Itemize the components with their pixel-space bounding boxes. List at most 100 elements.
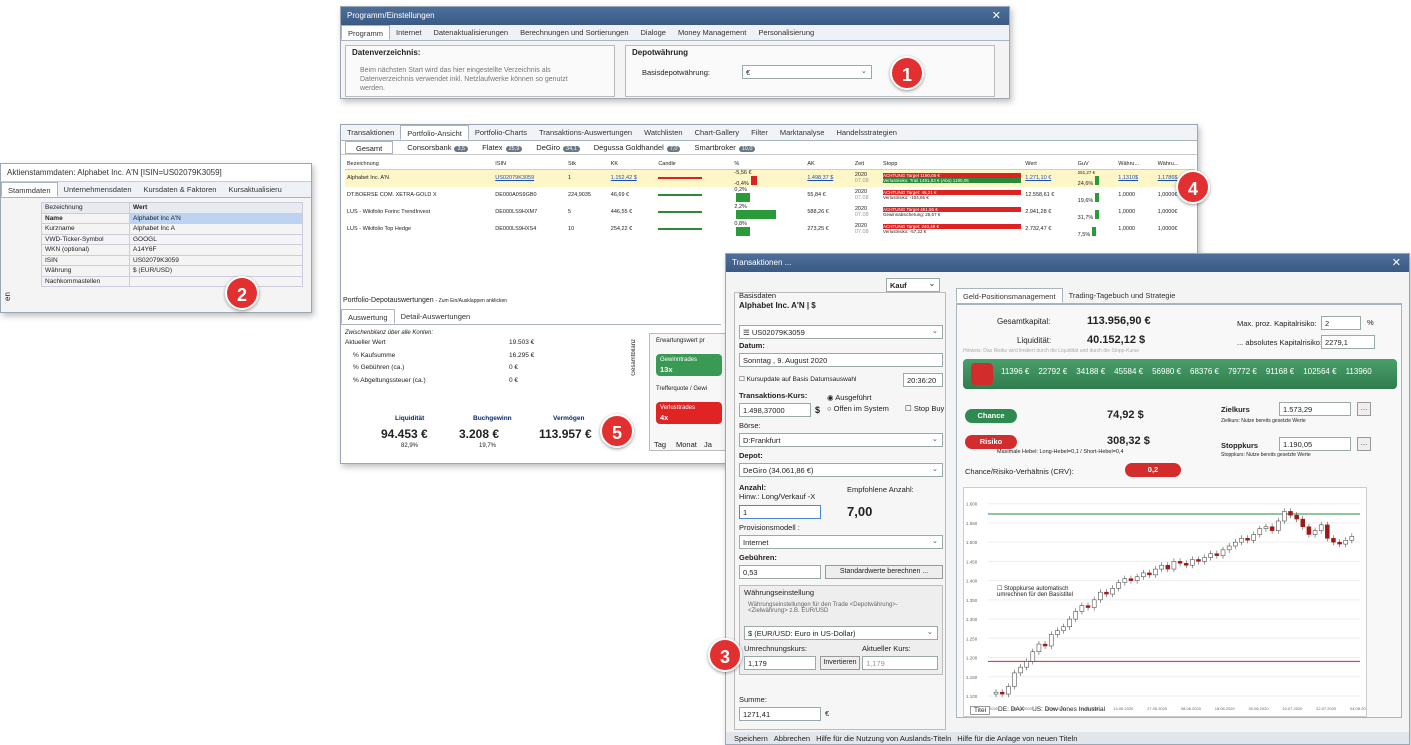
time-input[interactable]: 20:36:20 [903, 373, 943, 387]
exchange-select[interactable]: D:Frankfurt [739, 433, 943, 447]
quantity-input[interactable]: 1 [739, 505, 821, 519]
table-row[interactable]: VWD-Ticker-Symbol GOOGL [41, 233, 303, 245]
column-header[interactable]: Zeit [852, 159, 882, 170]
stop-more-button[interactable]: … [1357, 437, 1371, 451]
period-tab-year[interactable]: Ja [704, 440, 712, 449]
table-row[interactable]: ISIN US02079K3059 [41, 254, 303, 266]
footer-button[interactable]: Hilfe für die Anlage von neuen Titeln [957, 732, 1077, 744]
max-risk-input[interactable]: 2 [1321, 316, 1361, 330]
account-tab[interactable]: Gesamt [345, 141, 394, 154]
kursupdate-checkbox[interactable]: ☐ Kursupdate auf Basis Datumsauswahl [739, 375, 856, 383]
tab-kursaktualisierung[interactable]: Kursaktualisieru [222, 182, 287, 197]
depot-select[interactable]: DeGiro (34.061,86 €) [739, 463, 943, 477]
isin-select[interactable]: ☰ US02079K3059 [739, 325, 943, 339]
account-tab[interactable]: DeGiro 34,1 [536, 141, 580, 154]
checkbox-stop-buy[interactable]: ☐ Stop Buy [905, 404, 944, 413]
candlestick-chart[interactable]: 1.600 1.550 1.500 1.450 1.400 1.350 1.300 1.250… [963, 487, 1367, 717]
period-tab-day[interactable]: Tag [654, 440, 666, 449]
column-header[interactable]: Währu... [1116, 159, 1156, 170]
menu-transaktionen[interactable]: Transaktionen [341, 125, 400, 140]
account-tab-label: Consorsbank [407, 143, 452, 152]
date-picker[interactable]: Sonntag , 9. August 2020 [739, 353, 943, 367]
chart-tab[interactable]: Titel [970, 706, 991, 715]
table-row[interactable]: Kurzname Alphabet Inc A [41, 223, 303, 235]
column-header[interactable]: Wert [1023, 159, 1076, 170]
loss-trades-pill[interactable]: Verlusttrades 4x [656, 402, 722, 424]
currency-select[interactable]: $ (EUR/USD: Euro in US-Dollar) [744, 626, 938, 640]
abs-risk-input[interactable]: 2279,1 [1321, 335, 1375, 349]
chart-tab[interactable]: DE: DAX [998, 706, 1024, 715]
convert-stops-checkbox[interactable]: ☐ Stoppkurse automatisch umrechnen für d… [997, 585, 1087, 598]
column-header[interactable]: GuV [1075, 159, 1117, 170]
chart-tab[interactable]: US: Dow Jones Industrial [1032, 706, 1105, 715]
commission-select[interactable]: Internet [739, 535, 943, 549]
menu-handelsstrategien[interactable]: Handelsstrategien [830, 125, 902, 140]
footer-button[interactable]: Hilfe für die Nutzung von Auslands-Titel… [816, 732, 951, 744]
win-trades-pill[interactable]: Gewinntrades 13x [656, 354, 722, 376]
account-tab[interactable]: Consorsbank 3,5 [407, 141, 469, 154]
fees-input[interactable]: 0,53 [739, 565, 821, 579]
column-header[interactable]: Währu... [1155, 159, 1195, 170]
column-header[interactable]: Stopp [881, 159, 1024, 170]
tab-detail-auswertungen[interactable]: Detail-Auswertungen [395, 309, 477, 324]
target-input[interactable]: 1.573,29 [1279, 402, 1351, 416]
menu-marktanalyse[interactable]: Marktanalyse [774, 125, 831, 140]
column-header[interactable]: ISIN [493, 159, 567, 170]
column-header[interactable]: % [732, 159, 806, 170]
table-row[interactable]: Nachkommastellen [41, 275, 303, 287]
period-tab-month[interactable]: Monat [676, 440, 697, 449]
invert-button[interactable]: Invertieren [820, 656, 860, 670]
menu-filter[interactable]: Filter [745, 125, 774, 140]
menu-watchlisten[interactable]: Watchlisten [638, 125, 689, 140]
target-more-button[interactable]: … [1357, 402, 1371, 416]
capital-scale-bar[interactable]: 11396 € 22792 € 34188 € 45584 € 56980 € 68376… [963, 359, 1397, 389]
tab-money-management[interactable]: Geld-Positionsmanagement [956, 288, 1063, 303]
mode-select[interactable]: Kauf [886, 278, 940, 292]
tab-internet[interactable]: Internet [390, 25, 427, 40]
tab-stammdaten[interactable]: Stammdaten [1, 182, 58, 197]
table-row[interactable]: Währung $ (EUR/USD) [41, 265, 303, 277]
radio-open[interactable]: ○ Offen im System [827, 404, 889, 413]
close-icon[interactable]: ✕ [992, 7, 1001, 25]
tab-unternehmensdaten[interactable]: Unternehmensdaten [58, 182, 138, 197]
standard-values-button[interactable]: Standardwerte berechnen ... [825, 565, 943, 579]
chance-button[interactable]: Chance [965, 409, 1017, 423]
table-row[interactable]: WKN (optional) A14Y6F [41, 244, 303, 256]
base-currency-select[interactable]: € [742, 65, 872, 79]
table-row[interactable]: Alphabet Inc. A'N US02079K3059 1 1.152,42 $… [345, 169, 1195, 187]
close-icon[interactable]: ✕ [1392, 254, 1401, 272]
eval-header[interactable]: Portfolio-Depotauswertungen - Zum Ein/Au… [343, 297, 507, 304]
table-row[interactable]: LUS - Wikifolio Top Hedge DE000LS9HXS4 10 2… [345, 221, 1195, 238]
account-tab[interactable]: Smartbroker 10,0 [694, 141, 756, 154]
table-row[interactable]: Name Alphabet Inc A'N [41, 212, 303, 224]
risk-button[interactable]: Risiko [965, 435, 1017, 449]
tab-auswertung[interactable]: Auswertung [341, 309, 395, 324]
tab-berechnungen[interactable]: Berechnungen und Sortierungen [514, 25, 634, 40]
column-header[interactable]: AK [805, 159, 853, 170]
tab-dialoge[interactable]: Dialoge [635, 25, 672, 40]
menu-chart-gallery[interactable]: Chart-Gallery [689, 125, 746, 140]
tab-trading-journal[interactable]: Trading-Tagebuch und Strategie [1063, 288, 1182, 303]
radio-executed[interactable]: ◉ Ausgeführt [827, 393, 872, 402]
tab-kursdaten[interactable]: Kursdaten & Faktoren [138, 182, 223, 197]
footer-button[interactable]: Speichern [734, 732, 768, 744]
menu-portfolio-charts[interactable]: Portfolio-Charts [469, 125, 533, 140]
table-row[interactable]: DT.BOERSE COM. XETRA-GOLD X DE000A0S9GB0 2… [345, 187, 1195, 204]
tab-programm[interactable]: Programm [341, 25, 391, 40]
column-header[interactable]: Bezeichnung [345, 159, 494, 170]
account-tab[interactable]: Degussa Goldhandel 7,0 [594, 141, 681, 154]
column-header[interactable]: KK [608, 159, 657, 170]
footer-button[interactable]: Abbrechen [774, 732, 810, 744]
price-input[interactable]: 1.498,37000 [739, 403, 811, 417]
tab-datenaktualisierungen[interactable]: Datenaktualisierungen [427, 25, 514, 40]
stop-input[interactable]: 1.190,05 [1279, 437, 1351, 451]
conversion-input[interactable]: 1,179 [744, 656, 816, 670]
tab-personalisierung[interactable]: Personalisierung [752, 25, 820, 40]
column-header[interactable]: Candle [656, 159, 733, 170]
account-tab[interactable]: Flatex 25,9 [482, 141, 523, 154]
menu-portfolio-ansicht[interactable]: Portfolio-Ansicht [400, 125, 469, 140]
menu-transaktions-auswertungen[interactable]: Transaktions-Auswertungen [533, 125, 638, 140]
table-row[interactable]: LUS - Wikifolio Forinc TrendInvest DE000L… [345, 204, 1195, 221]
tab-money-management[interactable]: Money Management [672, 25, 752, 40]
column-header[interactable]: Stk [566, 159, 609, 170]
